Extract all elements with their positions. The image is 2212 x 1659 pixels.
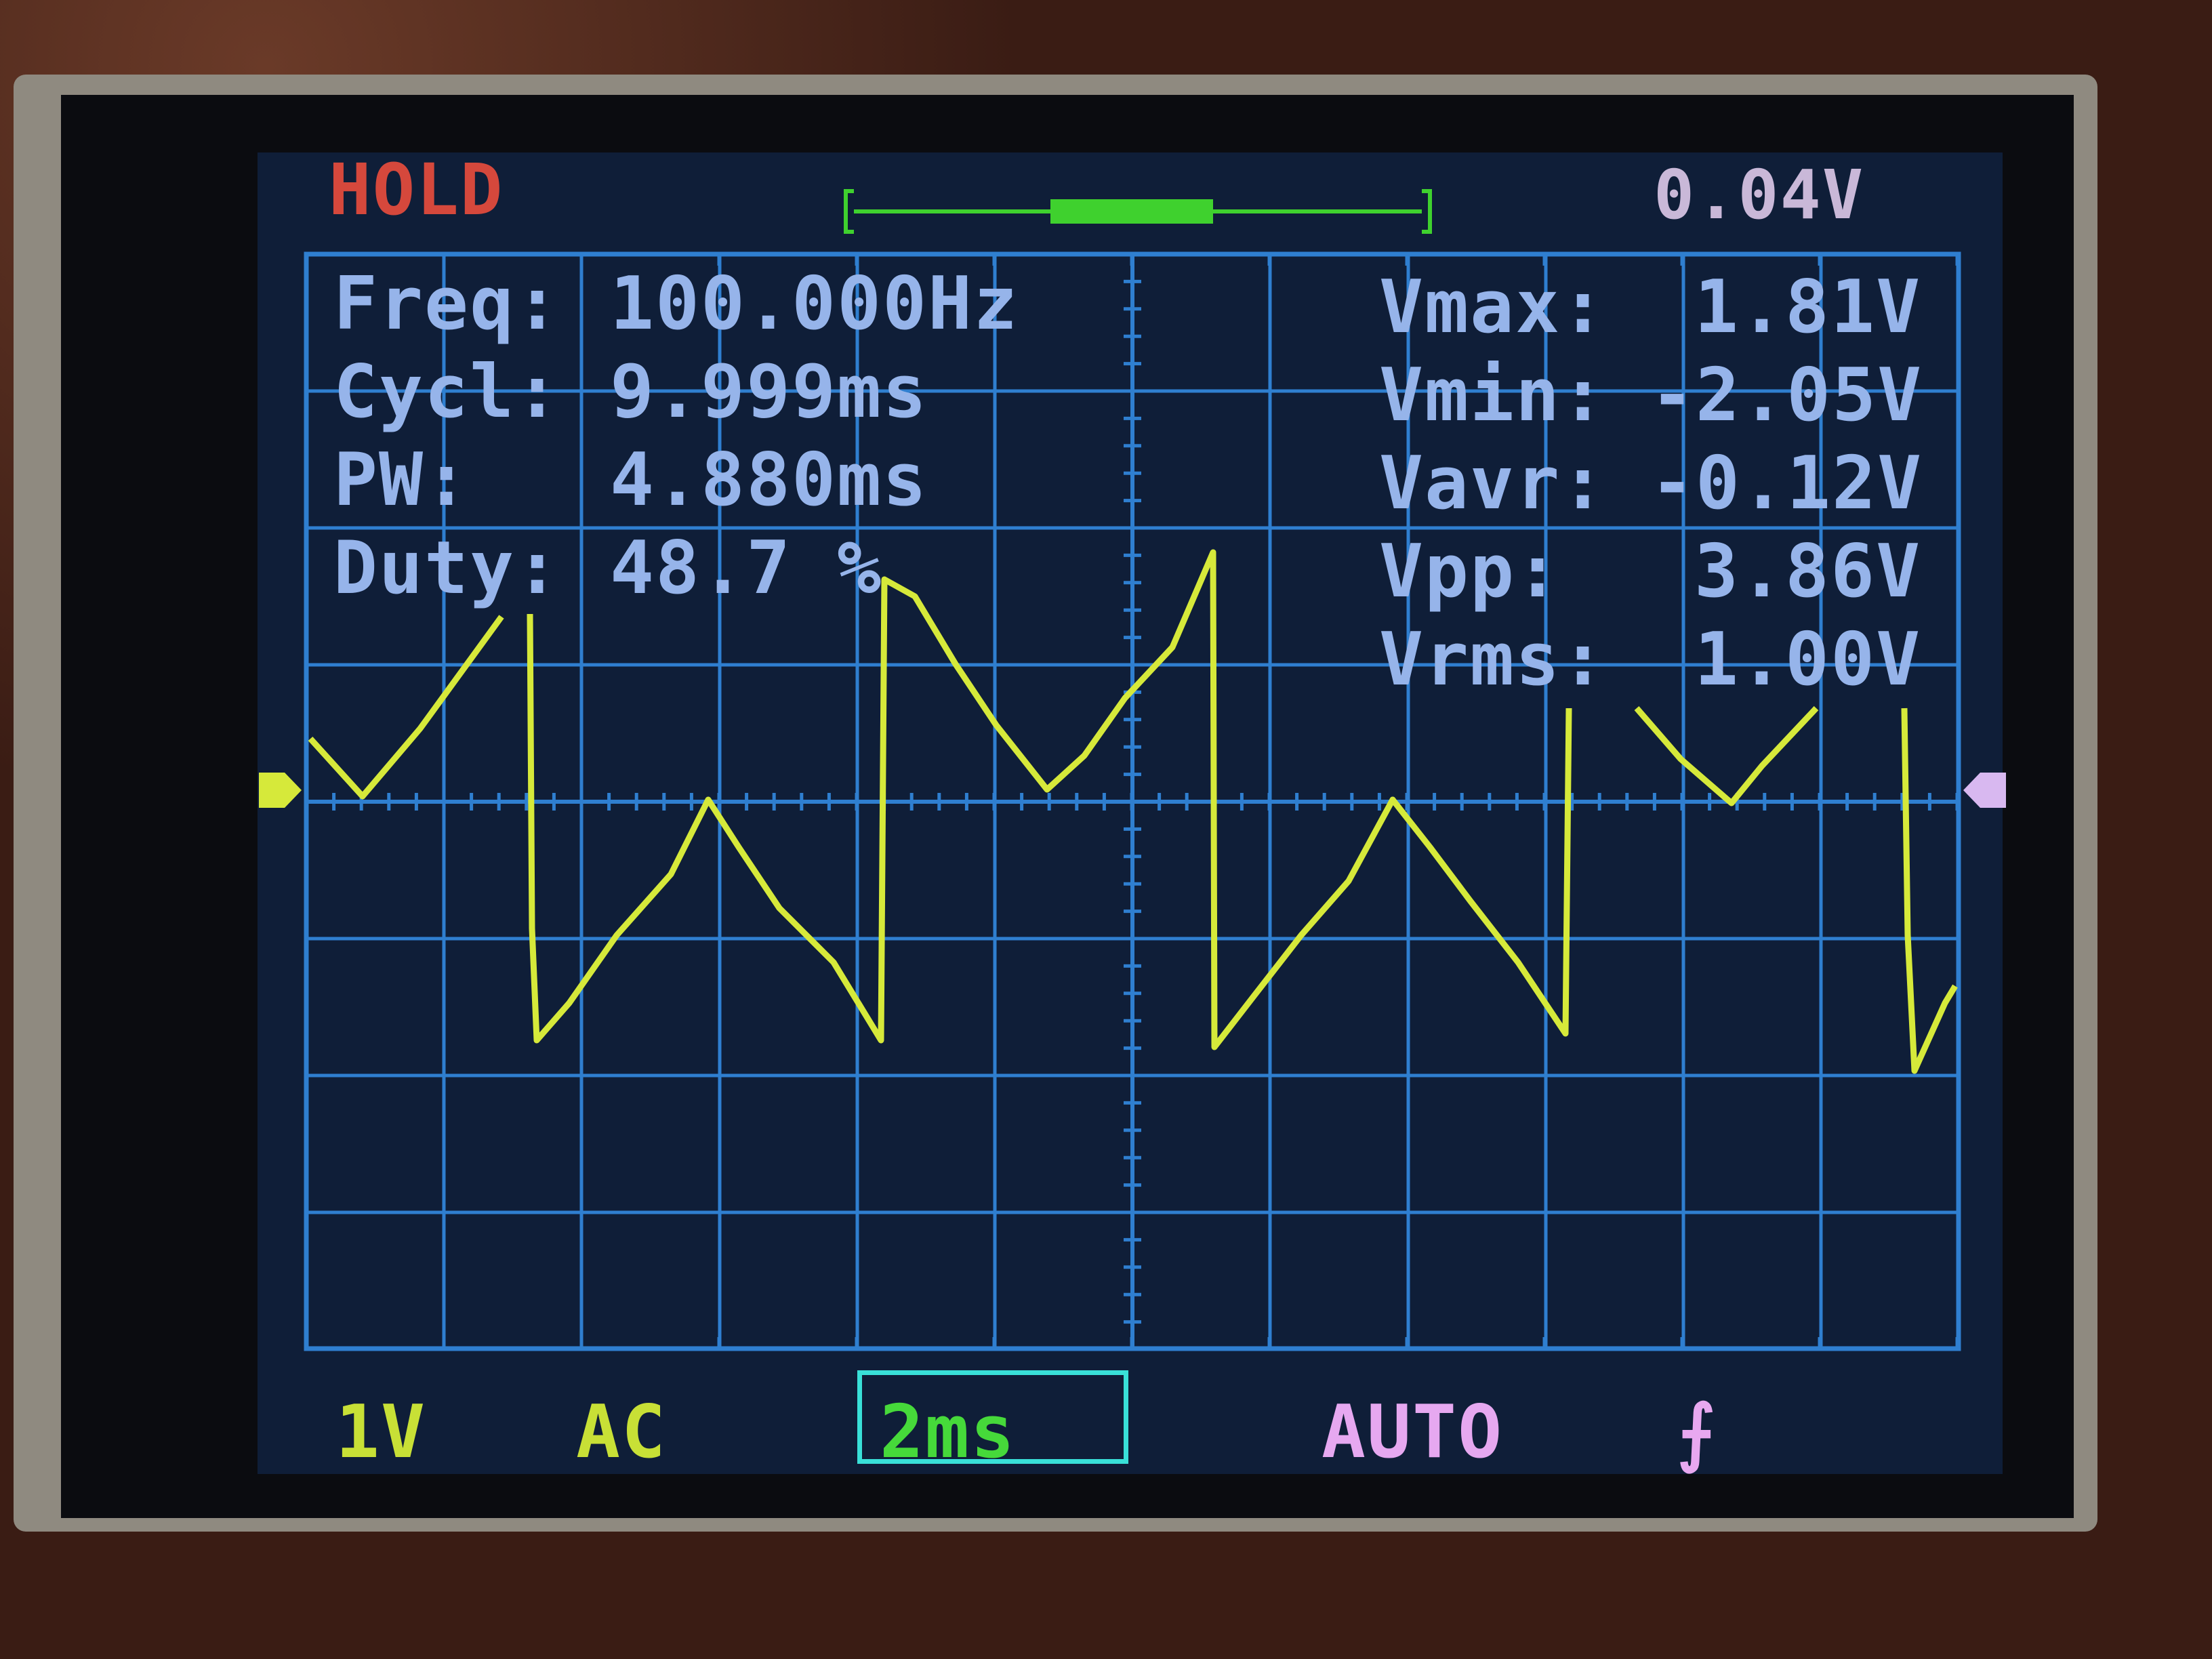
vrms-label: Vrms:: [1379, 617, 1607, 702]
vrms-value: 1.00V: [1694, 617, 1922, 702]
volts-per-div[interactable]: 1V: [335, 1396, 426, 1469]
timebase-position-bar[interactable]: [844, 189, 1432, 234]
position-bar-window[interactable]: [1050, 199, 1213, 224]
channel-offset-marker[interactable]: [259, 773, 302, 808]
duty-value: 48.7 %: [610, 526, 883, 611]
trigger-mode[interactable]: AUTO: [1322, 1396, 1503, 1469]
falling-edge-icon[interactable]: ⨍: [1677, 1396, 1717, 1469]
coupling-mode[interactable]: AC: [576, 1396, 667, 1469]
pulse-width-value: 4.880ms: [610, 438, 928, 523]
vavr-label: Vavr:: [1379, 441, 1607, 526]
cycle-value: 9.999ms: [610, 350, 928, 434]
freq-value: 100.000Hz: [610, 262, 1019, 346]
freq-label: Freq:: [333, 262, 561, 346]
cycle-label: Cycl:: [333, 350, 561, 434]
vavr-value: -0.12V: [1650, 441, 1923, 526]
vmax-label: Vmax:: [1379, 265, 1607, 350]
vpp-value: 3.86V: [1694, 529, 1922, 614]
position-bar-left-bracket: [844, 189, 854, 234]
trigger-level-marker[interactable]: [1963, 773, 2006, 808]
pulse-width-label: PW:: [333, 438, 470, 523]
position-bar-right-bracket: [1422, 189, 1432, 234]
vmax-value: 1.81V: [1694, 265, 1922, 350]
vmin-value: -2.05V: [1650, 353, 1923, 438]
timebase-value: 2ms: [880, 1390, 1017, 1475]
vpp-label: Vpp:: [1379, 529, 1561, 614]
vmin-label: Vmin:: [1379, 353, 1607, 438]
hold-indicator[interactable]: HOLD: [329, 155, 504, 225]
duty-label: Duty:: [333, 526, 561, 611]
trigger-level-readout: 0.04V: [1654, 155, 1865, 234]
